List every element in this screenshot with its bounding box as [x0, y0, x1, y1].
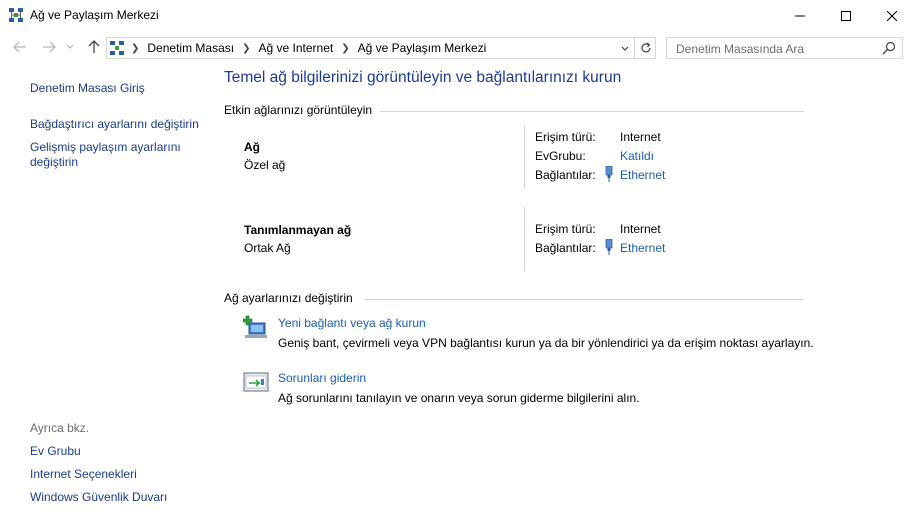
- address-bar[interactable]: ❯ Denetim Masası ❯ Ağ ve Internet ❯ Ağ v…: [106, 37, 656, 59]
- maximize-icon: [841, 10, 851, 21]
- chevron-down-icon: [66, 44, 74, 49]
- homegroup-link[interactable]: Ev Grubu: [30, 444, 81, 459]
- chevron-down-icon: [621, 46, 629, 51]
- access-type-label: Erişim türü:: [535, 130, 596, 144]
- internet-options-link[interactable]: Internet Seçenekleri: [30, 467, 137, 482]
- connections-label: Bağlantılar:: [535, 168, 596, 182]
- see-also-label: Ayrıca bkz.: [30, 421, 90, 435]
- forward-button[interactable]: [38, 37, 60, 57]
- network-divider: [524, 207, 525, 271]
- breadcrumb: ❯ Denetim Masası ❯ Ağ ve Internet ❯ Ağ v…: [129, 41, 486, 55]
- up-button[interactable]: [83, 37, 105, 57]
- ethernet-icon: [605, 239, 613, 255]
- arrow-right-icon: [43, 41, 56, 53]
- minimize-button[interactable]: [777, 0, 823, 31]
- chevron-right-icon[interactable]: ❯: [341, 43, 349, 54]
- arrow-left-icon: [13, 41, 26, 53]
- breadcrumb-item[interactable]: Ağ ve Paylaşım Merkezi: [358, 41, 487, 55]
- access-type-value: Internet: [620, 222, 661, 236]
- ethernet-connection-link[interactable]: Ethernet: [620, 168, 665, 182]
- change-adapter-settings-link[interactable]: Bağdaştırıcı ayarlarını değiştirin: [30, 117, 199, 132]
- search-icon[interactable]: [882, 41, 896, 55]
- troubleshoot-link[interactable]: Sorunları giderin: [278, 371, 366, 385]
- close-button[interactable]: [869, 0, 915, 31]
- new-connection-icon: [243, 315, 267, 338]
- control-panel-icon: [110, 41, 124, 55]
- search-input[interactable]: Denetim Masasında Ara: [676, 42, 804, 56]
- troubleshoot-description: Ağ sorunlarını tanılayın ve onarın veya …: [278, 391, 640, 405]
- address-dropdown-button[interactable]: [617, 41, 633, 57]
- back-button[interactable]: [9, 37, 31, 57]
- network-category-link[interactable]: Ortak Ağ: [244, 241, 291, 255]
- window-title: Ağ ve Paylaşım Merkezi: [30, 8, 159, 22]
- section-divider: [380, 111, 804, 112]
- ethernet-connection-link[interactable]: Ethernet: [620, 241, 665, 255]
- page-title: Temel ağ bilgilerinizi görüntüleyin ve b…: [224, 69, 622, 86]
- setup-new-connection-description: Geniş bant, çevirmeli veya VPN bağlantıs…: [278, 336, 814, 350]
- breadcrumb-item[interactable]: Denetim Masası: [147, 41, 234, 55]
- ethernet-icon: [605, 166, 613, 182]
- search-box[interactable]: Denetim Masasında Ara: [666, 37, 903, 59]
- troubleshoot-icon: [243, 372, 269, 392]
- arrow-up-icon: [88, 40, 100, 53]
- close-icon: [887, 10, 897, 21]
- network-category-link[interactable]: Özel ağ: [244, 158, 285, 172]
- network-name: Ağ: [244, 140, 260, 154]
- control-panel-home-link[interactable]: Denetim Masası Giriş: [30, 81, 145, 96]
- refresh-button[interactable]: [634, 38, 656, 58]
- windows-firewall-link[interactable]: Windows Güvenlik Duvarı: [30, 490, 167, 505]
- title-bar: Ağ ve Paylaşım Merkezi: [0, 0, 917, 31]
- minimize-icon: [795, 15, 805, 16]
- change-settings-heading: Ağ ayarlarınızı değiştirin: [224, 291, 353, 305]
- active-networks-heading: Etkin ağlarınızı görüntüleyin: [224, 103, 373, 117]
- homegroup-label: EvGrubu:: [535, 149, 586, 163]
- access-type-label: Erişim türü:: [535, 222, 596, 236]
- section-divider: [364, 299, 804, 300]
- recent-locations-button[interactable]: [62, 37, 78, 57]
- breadcrumb-item[interactable]: Ağ ve Internet: [258, 41, 333, 55]
- connections-label: Bağlantılar:: [535, 241, 596, 255]
- network-name: Tanımlanmayan ağ: [244, 223, 352, 237]
- maximize-button[interactable]: [823, 0, 869, 31]
- advanced-sharing-settings-link[interactable]: Gelişmiş paylaşım ayarlarını değiştirin: [30, 140, 200, 170]
- access-type-value: Internet: [620, 130, 661, 144]
- chevron-right-icon: ❯: [131, 42, 140, 54]
- homegroup-status-link[interactable]: Katıldı: [620, 149, 654, 163]
- network-sharing-center-icon: [9, 8, 23, 22]
- refresh-icon: [640, 42, 651, 53]
- chevron-right-icon[interactable]: ❯: [242, 43, 250, 54]
- setup-new-connection-link[interactable]: Yeni bağlantı veya ağ kurun: [278, 316, 426, 330]
- network-divider: [524, 125, 525, 189]
